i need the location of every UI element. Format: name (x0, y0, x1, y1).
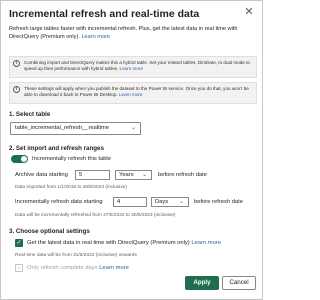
incremental-refresh-dialog: Incremental refresh and real-time data ✕… (0, 0, 263, 300)
complete-days-label: Only refresh complete days (27, 265, 98, 271)
intro-learn-more-link[interactable]: Learn more (81, 34, 110, 40)
hybrid-table-info-box: i Combining import and DirectQuery makes… (9, 56, 257, 78)
incremental-refresh-toggle-label: Incrementally refresh this table (32, 156, 111, 162)
realtime-note: Real-time data will be from 31/5/2022 (i… (15, 253, 137, 258)
archive-value-input[interactable]: 5 (75, 170, 110, 180)
incremental-unit-value: Days (155, 199, 169, 205)
chevron-down-icon: ⌄ (178, 199, 184, 205)
realtime-learn-more-link[interactable]: Learn more (191, 240, 221, 246)
realtime-label: Get the latest data in real time with Di… (27, 240, 190, 246)
publish-settings-learn-more-link[interactable]: Learn more (119, 92, 143, 97)
info-icon: i (13, 60, 20, 67)
archive-unit-value: Years (119, 172, 134, 178)
archive-note: Data imported from 1/1/2018 to 26/5/2023… (15, 185, 127, 190)
chevron-down-icon: ⌄ (141, 172, 147, 178)
incremental-value-input[interactable]: 4 (113, 197, 147, 207)
info-icon: i (13, 86, 20, 93)
incremental-refresh-toggle[interactable] (11, 155, 28, 163)
table-select-value: table_incremental_refresh__realtime (15, 125, 110, 131)
archive-label: Archive data starting (15, 172, 68, 178)
incremental-note: Data will be incrementally refreshed fro… (15, 213, 176, 218)
section-ranges-title: 2. Set import and refresh ranges (9, 145, 104, 152)
realtime-checkbox[interactable]: ✓ (15, 239, 23, 247)
chevron-down-icon: ⌄ (130, 125, 136, 131)
dialog-title: Incremental refresh and real-time data (9, 8, 200, 20)
complete-days-label-row: Only refresh complete days Learn more (27, 265, 129, 271)
cancel-button[interactable]: Cancel (222, 276, 256, 290)
publish-settings-info-box: i These settings will apply when you pub… (9, 82, 257, 104)
complete-days-learn-more-link[interactable]: Learn more (99, 265, 129, 271)
apply-button[interactable]: Apply (185, 276, 219, 290)
archive-suffix: before refresh date (158, 172, 207, 178)
complete-days-checkbox[interactable]: ✓ (15, 264, 23, 272)
incremental-suffix: before refresh date (194, 199, 243, 205)
toggle-knob (21, 156, 27, 162)
table-select-dropdown[interactable]: table_incremental_refresh__realtime ⌄ (10, 122, 141, 135)
section-select-table-title: 1. Select table (9, 111, 51, 118)
close-icon[interactable]: ✕ (243, 6, 255, 18)
incremental-unit-select[interactable]: Days ⌄ (151, 197, 189, 207)
hybrid-table-learn-more-link[interactable]: Learn more (120, 66, 144, 71)
intro-description: Refresh large tables faster with increme… (9, 26, 238, 41)
intro-text: Refresh large tables faster with increme… (9, 25, 257, 41)
incremental-label: Incrementally refresh data starting (15, 199, 103, 205)
realtime-label-row: Get the latest data in real time with Di… (27, 240, 221, 246)
archive-unit-select[interactable]: Years ⌄ (115, 170, 152, 180)
section-optional-title: 3. Choose optional settings (9, 228, 90, 235)
